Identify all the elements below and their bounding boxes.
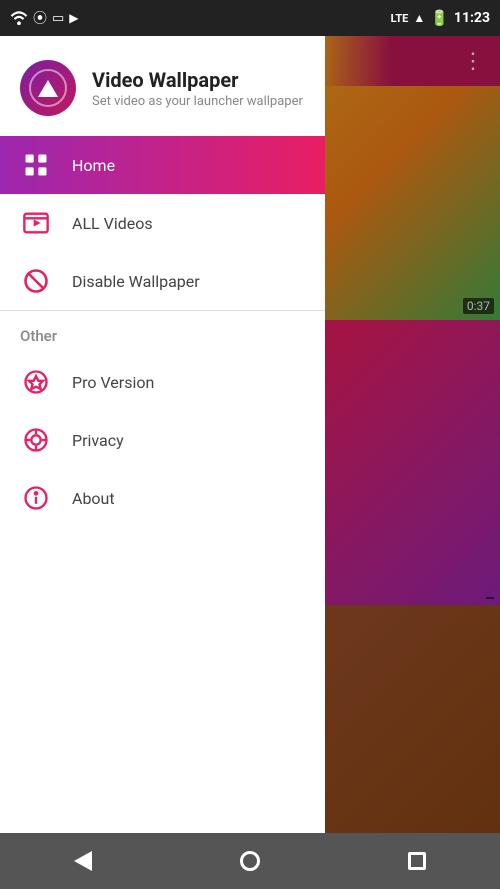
pro-version-icon xyxy=(20,366,52,398)
menu-item-all-videos[interactable]: ALL Videos xyxy=(0,194,325,252)
section-other: Other xyxy=(0,311,325,353)
status-left-icons: ⦿ ▭ ▶ xyxy=(10,8,79,28)
menu-item-pro-version[interactable]: Pro Version xyxy=(0,353,325,411)
record-icon: ⦿ xyxy=(33,8,47,28)
sd-icon: ▭ xyxy=(52,11,64,26)
clock: 11:23 xyxy=(454,10,490,26)
privacy-icon xyxy=(20,424,52,456)
recents-button[interactable] xyxy=(397,841,437,881)
all-videos-icon xyxy=(20,207,52,239)
app-logo-inner xyxy=(29,69,67,107)
app-title: Video Wallpaper xyxy=(92,68,303,92)
home-button[interactable] xyxy=(230,841,270,881)
menu-label-all-videos: ALL Videos xyxy=(72,214,153,233)
disable-wallpaper-icon xyxy=(20,265,52,297)
drawer-header: Video Wallpaper Set video as your launch… xyxy=(0,36,325,136)
menu-label-pro-version: Pro Version xyxy=(72,373,154,392)
menu-item-disable-wallpaper[interactable]: Disable Wallpaper xyxy=(0,252,325,310)
menu-label-about: About xyxy=(72,489,115,508)
home-icon xyxy=(20,149,52,181)
app-logo xyxy=(20,60,76,116)
drawer-menu: Home ALL Videos Disable Wallpaper xyxy=(0,136,325,889)
home-circle-icon xyxy=(240,851,260,871)
navigation-drawer: Video Wallpaper Set video as your launch… xyxy=(0,36,325,889)
bottom-nav-bar xyxy=(0,833,500,889)
menu-item-home[interactable]: Home xyxy=(0,136,325,194)
logo-triangle-icon xyxy=(38,80,58,97)
wifi-icon xyxy=(10,11,28,25)
menu-item-privacy[interactable]: Privacy xyxy=(0,411,325,469)
battery-icon: 🔋 xyxy=(430,9,449,27)
back-button[interactable] xyxy=(63,841,103,881)
app-info: Video Wallpaper Set video as your launch… xyxy=(92,68,303,109)
lte-icon: LTE xyxy=(391,12,409,25)
about-icon xyxy=(20,482,52,514)
status-bar: ⦿ ▭ ▶ LTE ▲ 🔋 11:23 xyxy=(0,0,500,36)
menu-label-privacy: Privacy xyxy=(72,431,124,450)
app-subtitle: Set video as your launcher wallpaper xyxy=(92,94,303,109)
play-icon: ▶ xyxy=(69,11,78,25)
menu-item-about[interactable]: About xyxy=(0,469,325,527)
status-right-icons: LTE ▲ 🔋 11:23 xyxy=(391,9,490,27)
recents-square-icon xyxy=(408,852,426,870)
menu-label-disable-wallpaper: Disable Wallpaper xyxy=(72,272,200,291)
signal-icon: ▲ xyxy=(413,11,425,25)
menu-label-home: Home xyxy=(72,156,115,175)
back-arrow-icon xyxy=(74,851,92,871)
